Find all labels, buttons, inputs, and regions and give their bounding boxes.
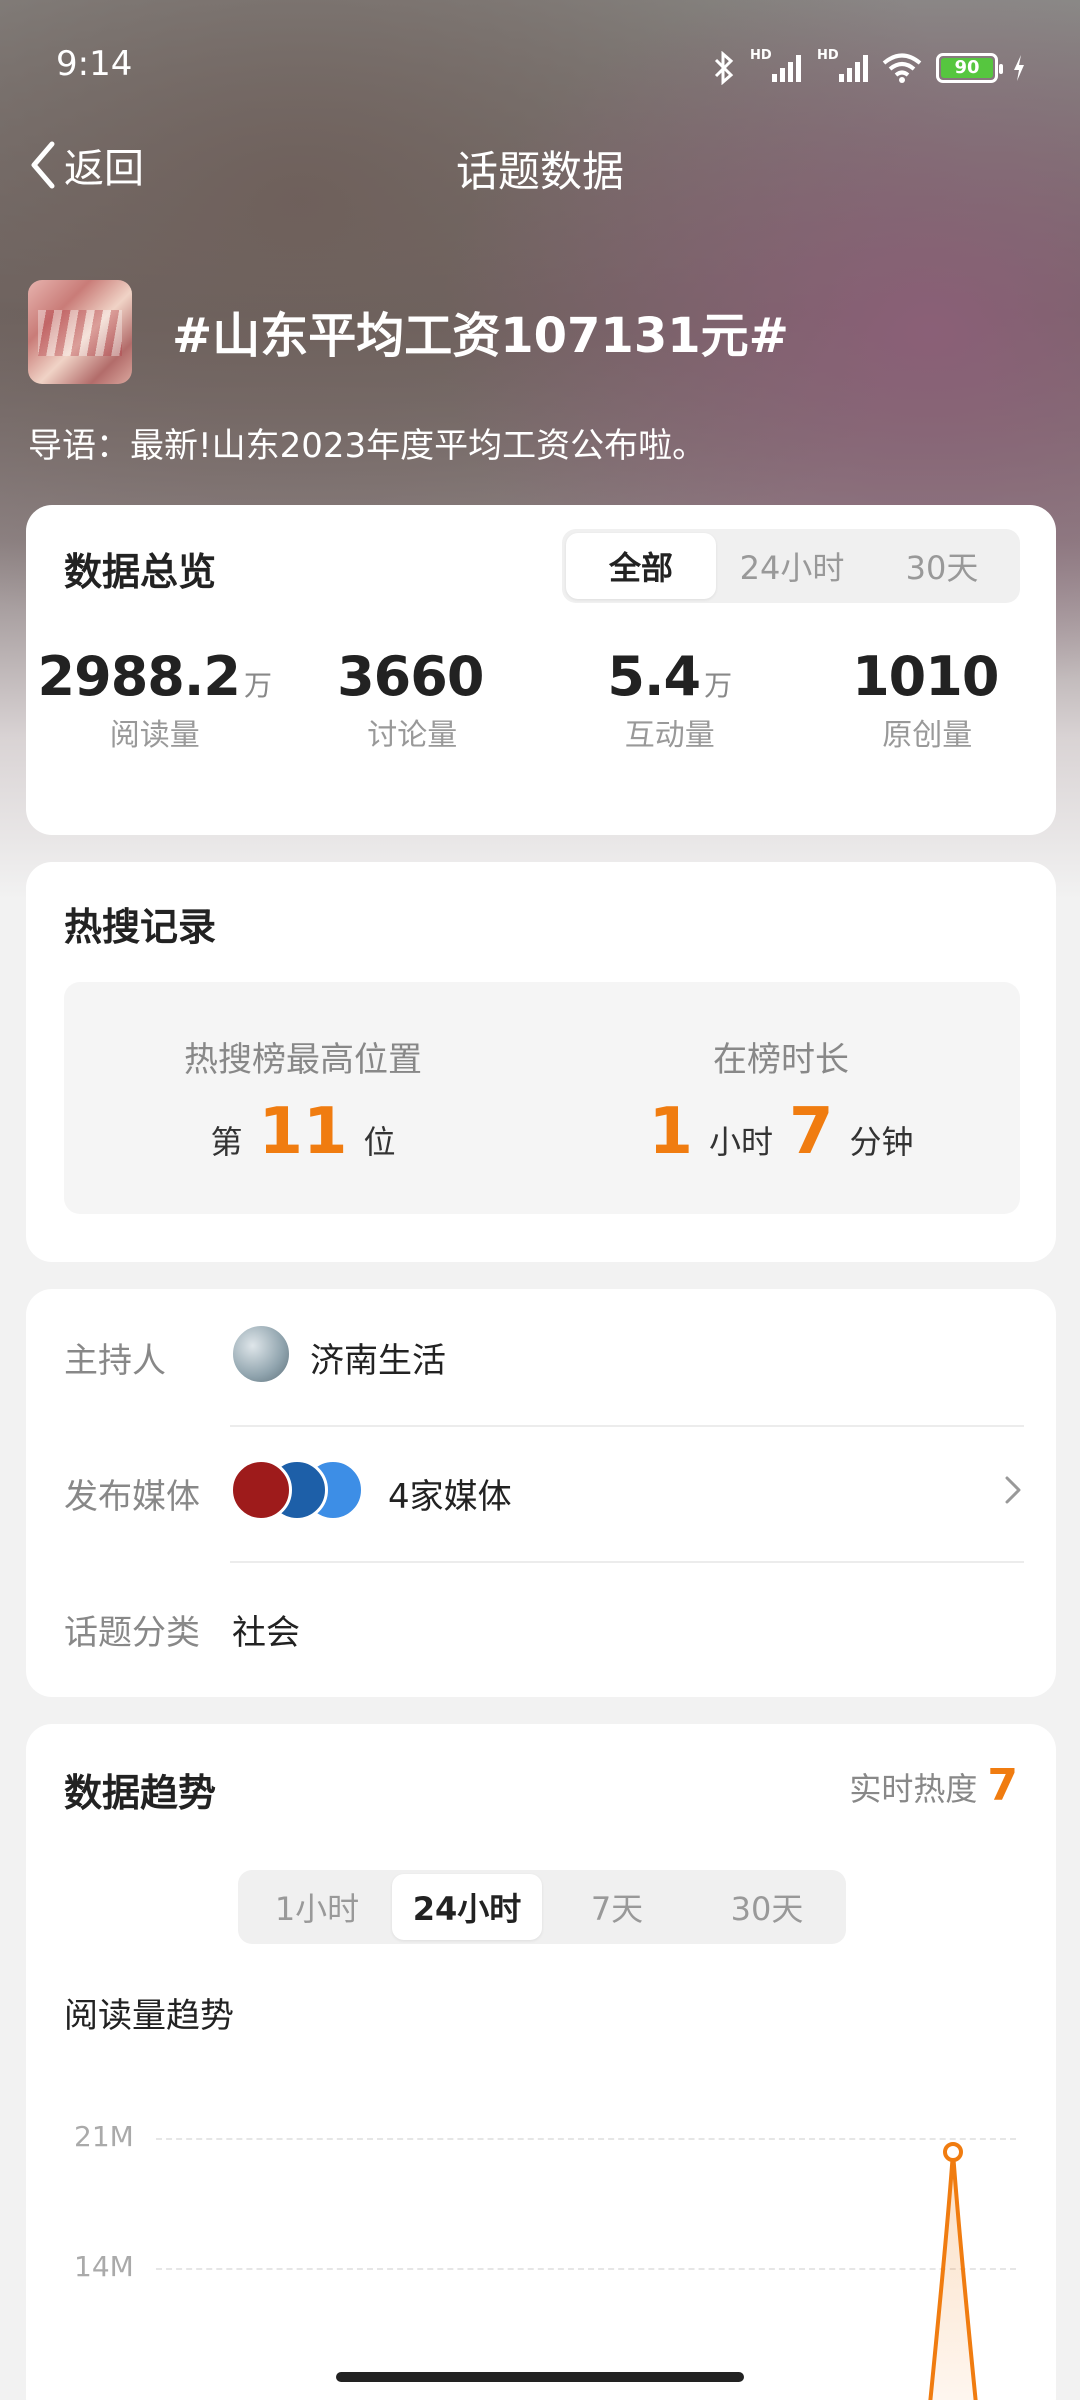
tab-1h[interactable]: 1小时: [242, 1874, 392, 1940]
stat-unit: 万: [704, 669, 733, 702]
stat-label: 讨论量: [367, 718, 458, 753]
host-name[interactable]: 济南生活: [310, 1333, 446, 1382]
hd-label: HD: [817, 48, 839, 63]
tab-7d[interactable]: 7天: [542, 1874, 692, 1940]
tab-24h[interactable]: 24小时: [392, 1874, 542, 1940]
minutes-unit: 分钟: [849, 1123, 914, 1161]
peak-suffix: 位: [363, 1123, 396, 1161]
media-count[interactable]: 4家媒体: [388, 1469, 512, 1518]
minutes-value: 7: [789, 1095, 834, 1169]
battery-level: 90: [941, 58, 993, 78]
bluetooth-icon: [714, 51, 734, 85]
realtime-heat: 实时热度 7: [849, 1760, 1018, 1811]
stat-originals: 1010 原创量: [799, 645, 1057, 754]
category-label: 话题分类: [64, 1613, 200, 1653]
tab-30d[interactable]: 30天: [868, 533, 1016, 599]
divider: [230, 1561, 1024, 1563]
stat-unit: 万: [243, 669, 272, 702]
heat-label: 实时热度: [849, 1770, 978, 1808]
status-time: 9:14: [56, 44, 133, 84]
hot-search-title: 热搜记录: [64, 905, 217, 949]
media-label: 发布媒体: [64, 1477, 200, 1517]
signal-icon-1: HD: [750, 48, 801, 82]
tab-all[interactable]: 全部: [566, 533, 716, 599]
peak-label: 热搜榜最高位置: [184, 1040, 422, 1080]
stat-value: 1010: [852, 645, 999, 708]
duration-label: 在榜时长: [713, 1040, 849, 1080]
trend-card: 数据趋势 实时热度 7 1小时 24小时 7天 30天 阅读量趋势 21M 14…: [26, 1724, 1056, 2400]
stat-label: 阅读量: [109, 718, 200, 753]
home-indicator[interactable]: [336, 2372, 744, 2382]
overview-stats: 2988.2 万 阅读量 3660 讨论量 5.4 万 互动量 1010 原创量: [26, 645, 1056, 754]
topic-thumbnail: [28, 280, 132, 384]
read-trend-chart: [928, 2142, 978, 2400]
divider: [230, 1425, 1024, 1427]
stat-value: 3660: [337, 645, 484, 708]
overview-title: 数据总览: [64, 550, 217, 594]
tab-24h[interactable]: 24小时: [716, 533, 868, 599]
topic-title: #山东平均工资107131元#: [172, 308, 789, 364]
hours-value: 1: [648, 1095, 693, 1169]
host-avatar[interactable]: [230, 1323, 292, 1385]
duration-on-list: 在榜时长 1 小时 7 分钟: [542, 982, 1020, 1169]
trend-tabs: 1小时 24小时 7天 30天: [238, 1870, 846, 1944]
stat-value: 2988.2: [37, 645, 241, 708]
hd-label: HD: [750, 48, 772, 63]
peak-value: 11: [258, 1095, 348, 1169]
stat-label: 原创量: [882, 718, 973, 753]
heat-value: 7: [987, 1760, 1018, 1811]
trend-title: 数据趋势: [64, 1771, 217, 1815]
wifi-icon: [882, 53, 922, 83]
peak-prefix: 第: [210, 1123, 243, 1161]
overview-tabs: 全部 24小时 30天: [562, 529, 1020, 603]
topic-lead: 导语：最新!山东2023年度平均工资公布啦。: [28, 426, 707, 466]
page-title: 话题数据: [455, 147, 624, 196]
peak-position: 热搜榜最高位置 第 11 位: [64, 982, 542, 1169]
signal-icon-2: HD: [817, 48, 868, 82]
info-card: 主持人 济南生活 发布媒体 4家媒体 话题分类 社会: [26, 1289, 1056, 1697]
charging-icon: [1014, 55, 1024, 81]
category-value: 社会: [232, 1613, 300, 1653]
hot-search-card: 热搜记录 热搜榜最高位置 第 11 位 在榜时长 1 小时 7 分钟: [26, 862, 1056, 1262]
hot-search-box: 热搜榜最高位置 第 11 位 在榜时长 1 小时 7 分钟: [64, 982, 1020, 1214]
trend-peak-point: [943, 2142, 963, 2162]
stat-label: 互动量: [624, 718, 715, 753]
stat-reads: 2988.2 万 阅读量: [26, 645, 284, 754]
battery-icon: 90: [936, 53, 1003, 83]
tab-30d[interactable]: 30天: [692, 1874, 842, 1940]
media-avatar-1: [230, 1459, 292, 1521]
host-label: 主持人: [64, 1341, 166, 1381]
chevron-right-icon[interactable]: [1004, 1475, 1022, 1505]
stat-interactions: 5.4 万 互动量: [541, 645, 799, 754]
status-icons: HD HD 90: [712, 48, 1026, 88]
overview-card: 数据总览 全部 24小时 30天 2988.2 万 阅读量 3660 讨论量 5.…: [26, 505, 1056, 835]
stat-discussions: 3660 讨论量: [284, 645, 542, 754]
chart-title: 阅读量趋势: [64, 1996, 234, 2036]
stat-value: 5.4: [607, 645, 701, 708]
hours-unit: 小时: [708, 1123, 773, 1161]
